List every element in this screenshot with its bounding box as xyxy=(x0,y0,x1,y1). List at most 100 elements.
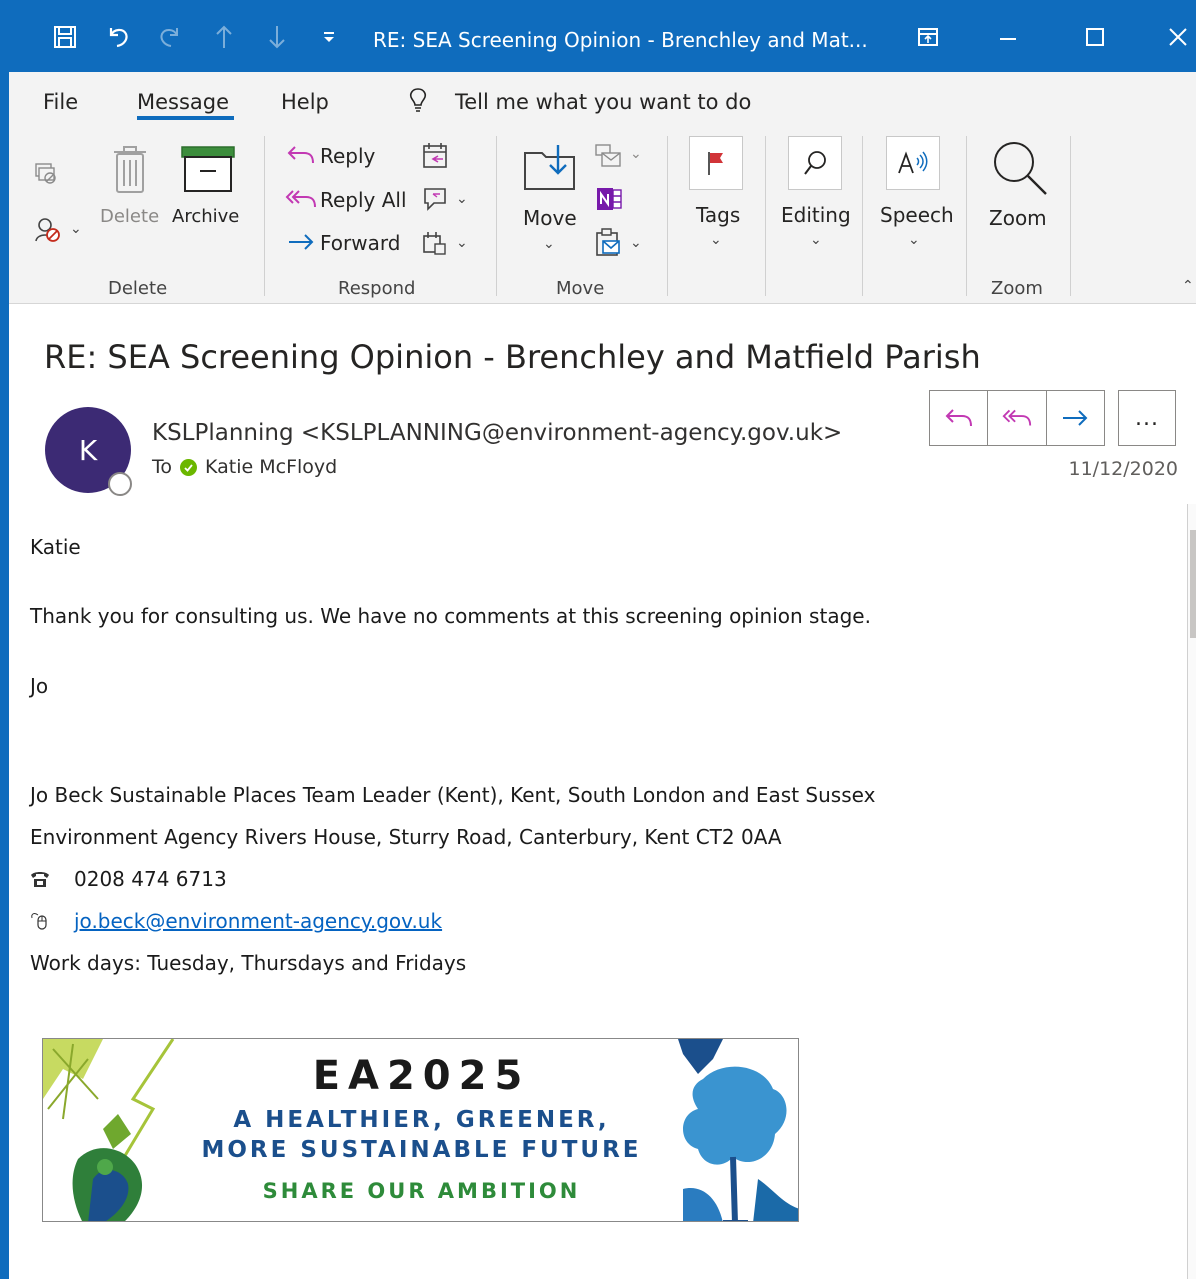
group-separator xyxy=(667,136,668,296)
greeting: Katie xyxy=(30,535,81,559)
reply-icon[interactable] xyxy=(284,142,318,168)
body-paragraph: Thank you for consulting us. We have no … xyxy=(30,604,871,628)
forward-button[interactable]: Forward xyxy=(320,231,400,255)
onenote-icon[interactable] xyxy=(592,184,626,214)
close-icon[interactable] xyxy=(1163,22,1193,52)
archive-icon[interactable] xyxy=(180,144,236,194)
zoom-label[interactable]: Zoom xyxy=(989,206,1047,230)
redo-icon[interactable] xyxy=(155,22,185,52)
cleanup-dropdown-icon[interactable]: ⌄ xyxy=(70,221,82,237)
signoff: Jo xyxy=(30,674,49,698)
rules-icon[interactable] xyxy=(592,140,626,170)
tell-me-search[interactable]: Tell me what you want to do xyxy=(455,90,751,114)
cleanup-icon[interactable] xyxy=(28,212,68,246)
more-respond-icon[interactable] xyxy=(420,228,450,258)
restore-ribbon-icon[interactable] xyxy=(913,22,943,52)
group-separator xyxy=(862,136,863,296)
actions-icon[interactable] xyxy=(592,226,626,258)
customize-qat-icon[interactable] xyxy=(314,22,344,52)
move-button[interactable]: Move xyxy=(523,206,577,230)
recipient-name[interactable]: Katie McFloyd xyxy=(205,456,337,478)
active-tab-indicator xyxy=(137,116,234,120)
delete-group-label: Delete xyxy=(108,278,168,299)
respond-group-label: Respond xyxy=(338,278,416,299)
delete-icon[interactable] xyxy=(108,142,152,198)
speech-dropdown-icon[interactable]: ⌄ xyxy=(908,232,920,248)
ignore-icon[interactable] xyxy=(30,158,60,188)
forward-icon xyxy=(1063,410,1088,426)
save-icon[interactable] xyxy=(50,22,80,52)
minimize-icon[interactable] xyxy=(993,22,1023,52)
message-actions xyxy=(929,390,1105,446)
window-left-border xyxy=(0,72,9,1279)
signature-phone: 0208 474 6713 xyxy=(30,867,227,891)
im-reply-icon[interactable] xyxy=(420,184,450,214)
window-title: RE: SEA Screening Opinion - Brenchley an… xyxy=(373,28,868,52)
editing-label[interactable]: Editing xyxy=(781,203,851,227)
move-dropdown-icon[interactable]: ⌄ xyxy=(543,236,555,252)
reply-button[interactable]: Reply xyxy=(320,144,375,168)
banner-tagline-1: A HEALTHIER, GREENER, xyxy=(233,1107,610,1133)
phone-number: 0208 474 6713 xyxy=(74,867,227,891)
zoom-group-label: Zoom xyxy=(991,278,1043,299)
group-separator xyxy=(765,136,766,296)
im-reply-dropdown-icon[interactable]: ⌄ xyxy=(456,191,468,207)
message-subject: RE: SEA Screening Opinion - Brenchley an… xyxy=(44,338,981,376)
sender-address[interactable]: KSLPlanning <KSLPLANNING@environment-age… xyxy=(152,420,842,446)
more-actions-button[interactable]: ... xyxy=(1118,390,1176,446)
ea2025-banner: EA2025 A HEALTHIER, GREENER, MORE SUSTAI… xyxy=(42,1038,799,1222)
editing-dropdown-icon[interactable]: ⌄ xyxy=(810,232,822,248)
down-arrow-icon[interactable] xyxy=(262,22,292,52)
forward-icon[interactable] xyxy=(284,229,318,255)
flag-icon xyxy=(708,152,723,175)
tab-file[interactable]: File xyxy=(43,90,78,114)
rules-dropdown-icon[interactable]: ⌄ xyxy=(630,146,642,162)
signature-email: jo.beck@environment-agency.gov.uk xyxy=(30,909,442,933)
signature-title: Jo Beck Sustainable Places Team Leader (… xyxy=(30,783,876,807)
reply-all-icon xyxy=(1002,409,1032,426)
group-separator xyxy=(966,136,967,296)
more-respond-dropdown-icon[interactable]: ⌄ xyxy=(456,235,468,251)
delete-label[interactable]: Delete xyxy=(100,206,159,227)
zoom-icon[interactable] xyxy=(990,138,1050,198)
lightbulb-icon xyxy=(403,86,433,114)
tab-message[interactable]: Message xyxy=(137,90,229,114)
actions-dropdown-icon[interactable]: ⌄ xyxy=(630,235,642,251)
message-date: 11/12/2020 xyxy=(1068,458,1178,480)
banner-title: EA2025 xyxy=(312,1053,531,1099)
undo-icon[interactable] xyxy=(103,22,133,52)
work-days: Work days: Tuesday, Thursdays and Friday… xyxy=(30,951,467,975)
signature-address: Environment Agency Rivers House, Sturry … xyxy=(30,825,782,849)
reply-all-button[interactable]: Reply All xyxy=(320,188,407,212)
group-separator xyxy=(496,136,497,296)
archive-label[interactable]: Archive xyxy=(172,206,239,227)
reply-icon xyxy=(945,409,972,427)
maximize-icon[interactable] xyxy=(1080,22,1110,52)
tags-label[interactable]: Tags xyxy=(696,203,740,227)
reply-button[interactable] xyxy=(930,391,989,445)
banner-tagline-2: MORE SUSTAINABLE FUTURE xyxy=(201,1137,642,1163)
title-bar: RE: SEA Screening Opinion - Brenchley an… xyxy=(0,0,1196,72)
editing-button[interactable] xyxy=(788,136,842,190)
tags-dropdown-icon[interactable]: ⌄ xyxy=(710,232,722,248)
telephone-icon xyxy=(30,870,74,888)
reply-all-button[interactable] xyxy=(988,391,1047,445)
avatar-initial: K xyxy=(78,433,98,467)
search-icon xyxy=(804,151,826,175)
speech-button[interactable] xyxy=(886,136,940,190)
tags-button[interactable] xyxy=(689,136,743,190)
to-label: To xyxy=(152,456,173,478)
collapse-ribbon-icon[interactable]: ⌃ xyxy=(1182,278,1194,294)
reply-all-icon[interactable] xyxy=(284,186,318,212)
speech-label[interactable]: Speech xyxy=(880,203,954,227)
meeting-icon[interactable] xyxy=(420,140,450,170)
up-arrow-icon[interactable] xyxy=(209,22,239,52)
read-aloud-icon xyxy=(898,151,928,174)
group-separator xyxy=(264,136,265,296)
forward-button[interactable] xyxy=(1046,391,1104,445)
tab-help[interactable]: Help xyxy=(281,90,329,114)
available-status-icon xyxy=(180,458,198,476)
scrollbar-thumb[interactable] xyxy=(1190,530,1196,638)
move-icon[interactable] xyxy=(522,142,578,192)
email-link[interactable]: jo.beck@environment-agency.gov.uk xyxy=(74,909,442,933)
